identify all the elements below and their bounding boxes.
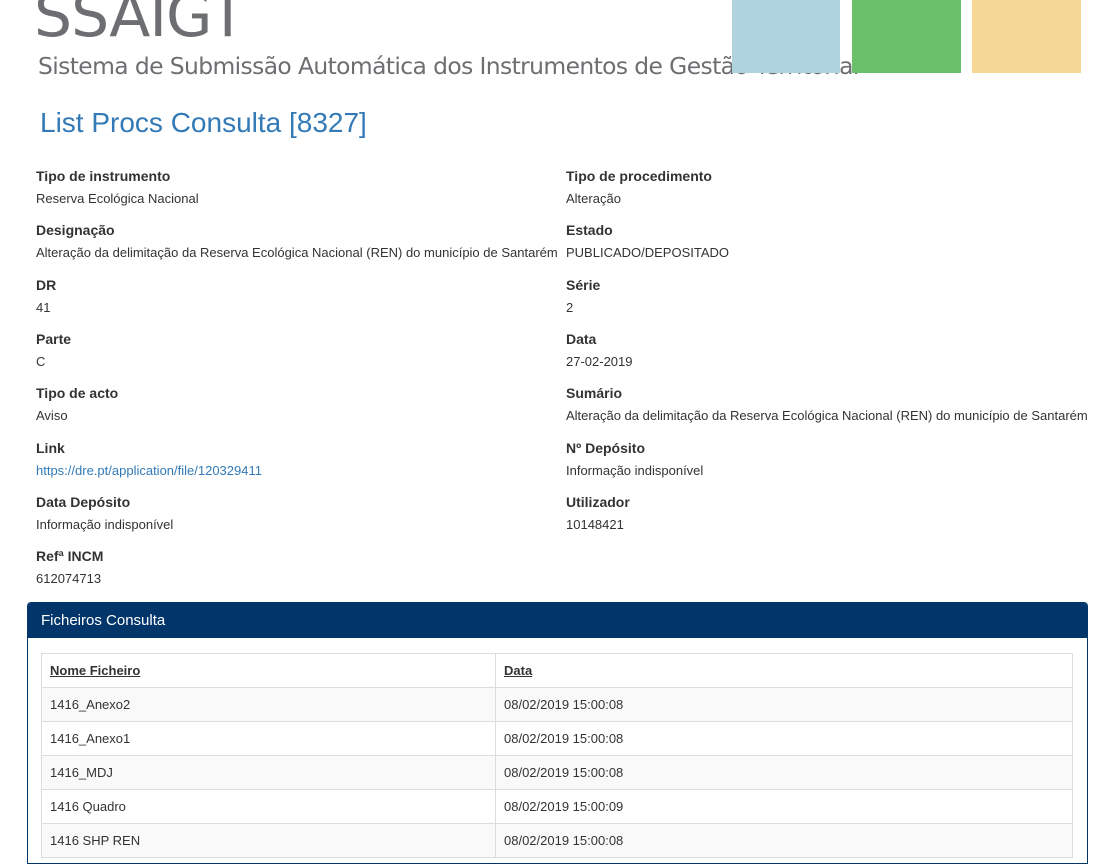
field-label: Tipo de acto bbox=[36, 385, 119, 401]
table-row[interactable]: 1416 Quadro 08/02/2019 15:00:09 bbox=[41, 789, 1073, 824]
cell-data: 08/02/2019 15:00:08 bbox=[495, 823, 1073, 858]
field-label: Sumário bbox=[566, 385, 623, 401]
field-label: Link bbox=[36, 440, 65, 456]
field-label: Data Depósito bbox=[36, 494, 131, 510]
cell-data: 08/02/2019 15:00:08 bbox=[495, 687, 1073, 722]
column-header-nome[interactable]: Nome Ficheiro bbox=[41, 653, 496, 688]
table-row[interactable]: 1416 SHP REN 08/02/2019 15:00:08 bbox=[41, 823, 1073, 858]
ficheiros-panel: Ficheiros Consulta Nome Ficheiro Data 14… bbox=[27, 602, 1088, 864]
field-label: Designação bbox=[36, 222, 115, 238]
field-data: Data 27-02-2019 bbox=[566, 331, 1086, 370]
cell-nome: 1416_Anexo1 bbox=[41, 721, 496, 756]
field-value: Alteração da delimitação da Reserva Ecol… bbox=[36, 245, 558, 260]
ficheiros-table-wrap: Nome Ficheiro Data 1416_Anexo2 08/02/201… bbox=[41, 653, 1073, 858]
field-value: 2 bbox=[566, 300, 574, 315]
cell-nome: 1416_Anexo2 bbox=[41, 687, 496, 722]
field-tipo-procedimento: Tipo de procedimento Alteração bbox=[566, 168, 1086, 207]
cell-nome: 1416 Quadro bbox=[41, 789, 496, 824]
field-label: Nº Depósito bbox=[566, 440, 646, 456]
field-dr: DR 41 bbox=[36, 277, 556, 316]
field-utilizador: Utilizador 10148421 bbox=[566, 494, 1086, 533]
page-title: List Procs Consulta [8327] bbox=[40, 107, 367, 138]
table-row[interactable]: 1416_Anexo1 08/02/2019 15:00:08 bbox=[41, 721, 1073, 756]
field-parte: Parte C bbox=[36, 331, 556, 370]
cell-data: 08/02/2019 15:00:08 bbox=[495, 721, 1073, 756]
field-label: Tipo de procedimento bbox=[566, 168, 712, 184]
column-header-label[interactable]: Data bbox=[504, 663, 532, 678]
field-value: 10148421 bbox=[566, 517, 624, 532]
field-value: Reserva Ecológica Nacional bbox=[36, 191, 199, 206]
field-value: 612074713 bbox=[36, 571, 102, 586]
field-tipo-instrumento: Tipo de instrumento Reserva Ecológica Na… bbox=[36, 168, 556, 207]
field-value: 27-02-2019 bbox=[566, 354, 633, 369]
cell-nome: 1416 SHP REN bbox=[41, 823, 496, 858]
field-tipo-acto: Tipo de acto Aviso bbox=[36, 385, 556, 424]
ficheiros-table: Nome Ficheiro Data 1416_Anexo2 08/02/201… bbox=[41, 653, 1073, 858]
field-label: Data bbox=[566, 331, 597, 347]
table-row[interactable]: 1416_Anexo2 08/02/2019 15:00:08 bbox=[41, 687, 1073, 722]
cell-nome: 1416_MDJ bbox=[41, 755, 496, 790]
field-estado: Estado PUBLICADO/DEPOSITADO bbox=[566, 222, 1086, 261]
field-serie: Série 2 bbox=[566, 277, 1086, 316]
field-n-deposito: Nº Depósito Informação indisponível bbox=[566, 440, 1086, 479]
field-label: Tipo de instrumento bbox=[36, 168, 171, 184]
field-value: Informação indisponível bbox=[566, 463, 704, 478]
field-label: Utilizador bbox=[566, 494, 630, 510]
cell-data: 08/02/2019 15:00:09 bbox=[495, 789, 1073, 824]
site-header: SSAIGT Sistema de Submissão Automática d… bbox=[0, 0, 1097, 80]
column-header-data[interactable]: Data bbox=[495, 653, 1073, 688]
field-value: Alteração bbox=[566, 191, 621, 206]
header-color-block-blue bbox=[732, 0, 840, 73]
field-label: DR bbox=[36, 277, 57, 293]
column-header-label[interactable]: Nome Ficheiro bbox=[50, 663, 140, 678]
field-link: Link https://dre.pt/application/file/120… bbox=[36, 440, 556, 479]
field-label: Série bbox=[566, 277, 601, 293]
field-data-deposito: Data Depósito Informação indisponível bbox=[36, 494, 556, 533]
table-header-row: Nome Ficheiro Data bbox=[41, 653, 1073, 688]
field-value: PUBLICADO/DEPOSITADO bbox=[566, 245, 730, 260]
field-value: C bbox=[36, 354, 46, 369]
field-designacao: Designação Alteração da delimitação da R… bbox=[36, 222, 558, 261]
field-value: Informação indisponível bbox=[36, 517, 174, 532]
field-sumario: Sumário Alteração da delimitação da Rese… bbox=[566, 385, 1088, 424]
field-label: Refª INCM bbox=[36, 548, 104, 564]
panel-heading: Ficheiros Consulta bbox=[28, 603, 1087, 638]
cell-data: 08/02/2019 15:00:08 bbox=[495, 755, 1073, 790]
dre-link[interactable]: https://dre.pt/application/file/12032941… bbox=[36, 463, 556, 479]
field-ref-incm: Refª INCM 612074713 bbox=[36, 548, 556, 587]
field-value: Aviso bbox=[36, 408, 68, 423]
field-label: Parte bbox=[36, 331, 72, 347]
table-row[interactable]: 1416_MDJ 08/02/2019 15:00:08 bbox=[41, 755, 1073, 790]
logo[interactable]: SSAIGT bbox=[34, 0, 246, 46]
header-color-block-green bbox=[852, 0, 961, 73]
field-value: 41 bbox=[36, 300, 51, 315]
header-color-block-yellow bbox=[972, 0, 1081, 73]
field-label: Estado bbox=[566, 222, 613, 238]
field-value: Alteração da delimitação da Reserva Ecol… bbox=[566, 408, 1088, 423]
